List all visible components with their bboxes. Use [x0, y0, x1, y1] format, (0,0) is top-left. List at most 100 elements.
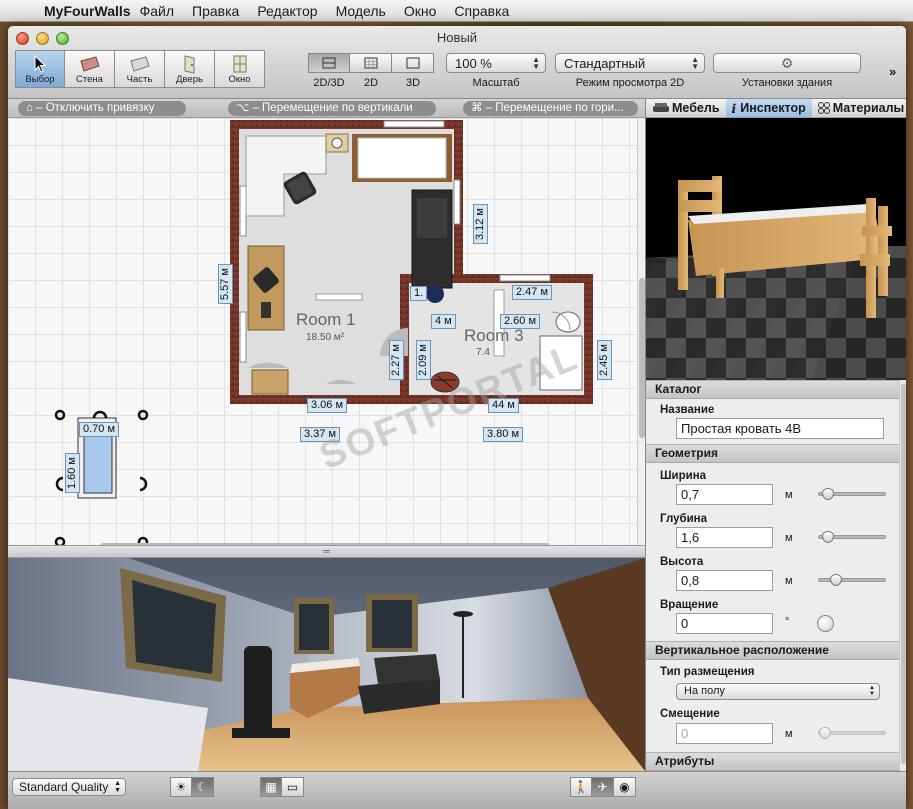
dimension-label[interactable]: 1.60 м: [65, 453, 80, 494]
dimension-label[interactable]: 1.: [410, 286, 428, 301]
right-panel: Мебель i Инспектор Материалы Каталог Наз…: [645, 99, 906, 771]
tool-door-button[interactable]: Дверь: [165, 50, 215, 88]
menu-help[interactable]: Справка: [445, 3, 518, 19]
tab-materials[interactable]: Материалы: [812, 99, 906, 117]
tab-inspector[interactable]: i Инспектор: [725, 99, 812, 117]
chevron-updown-icon: ▲ ▼: [869, 685, 875, 697]
horizontal-move-hint: ⌘ – Перемещение по гори...: [463, 101, 638, 116]
toolbar-overflow-button[interactable]: »: [889, 64, 896, 79]
outline-display-icon[interactable]: ▭: [282, 777, 304, 797]
split-view-icon: [322, 57, 336, 69]
toolbar: Новый Выбор Стена Часть Дверь Окно 2D/3D…: [8, 26, 906, 99]
width-slider[interactable]: [818, 488, 886, 500]
camera-mode-segment: 🚶 ✈ ◉: [570, 777, 636, 797]
box-icon: [406, 57, 419, 69]
menu-edit[interactable]: Правка: [183, 3, 248, 19]
offset-field[interactable]: 0: [676, 723, 773, 744]
wall-window[interactable]: [453, 179, 461, 225]
view-3d-button[interactable]: [392, 53, 434, 73]
tool-part-button[interactable]: Часть: [115, 50, 165, 88]
placement-select[interactable]: На полу ▲ ▼: [676, 683, 880, 700]
offset-slider[interactable]: [818, 727, 886, 739]
panel-tabs: Мебель i Инспектор Материалы: [646, 99, 906, 118]
dimension-label[interactable]: 2.45 м: [597, 340, 612, 381]
menu-window[interactable]: Окно: [395, 3, 446, 19]
scroll-thumb[interactable]: [901, 384, 906, 764]
eye-icon[interactable]: ◉: [614, 777, 636, 797]
view-2d3d-label: 2D/3D: [313, 77, 345, 89]
slider-knob[interactable]: [819, 727, 831, 739]
placement-label: Тип размещения: [660, 666, 755, 678]
menu-bar: MyFourWalls Файл Правка Редактор Модель …: [0, 0, 913, 22]
attributes-section-header[interactable]: Атрибуты: [646, 752, 899, 771]
dimension-label[interactable]: 3.80 м: [483, 427, 524, 442]
dimension-label[interactable]: 3.12 м: [473, 204, 488, 245]
building-settings-button[interactable]: ⚙: [713, 53, 861, 73]
rotation-dial[interactable]: [817, 615, 834, 632]
dimension-label[interactable]: 2.27 м: [389, 340, 404, 381]
dimension-label[interactable]: 3.37 м: [300, 427, 341, 442]
catalog-section-header[interactable]: Каталог: [646, 380, 899, 399]
floor-lamp[interactable]: [426, 285, 444, 303]
object-preview[interactable]: [646, 118, 906, 380]
cabinet[interactable]: [251, 369, 289, 395]
zoom-select[interactable]: 100 % ▲ ▼: [446, 53, 546, 73]
tool-select-button[interactable]: Выбор: [15, 50, 65, 88]
height-field[interactable]: 0,8: [676, 570, 773, 591]
moon-icon[interactable]: ☾: [192, 777, 214, 797]
geometry-section-header[interactable]: Геометрия: [646, 444, 899, 463]
selected-item[interactable]: [315, 293, 363, 301]
wall[interactable]: [230, 120, 239, 402]
dimension-label[interactable]: 5.57 м: [218, 264, 233, 305]
wall[interactable]: [584, 274, 593, 404]
width-field[interactable]: 0,7: [676, 484, 773, 505]
menu-model[interactable]: Модель: [327, 3, 395, 19]
fly-icon[interactable]: ✈: [592, 777, 614, 797]
view-2d-button[interactable]: [350, 53, 392, 73]
dimension-label[interactable]: 2.09 м: [416, 340, 431, 381]
app-name-menu[interactable]: MyFourWalls: [34, 3, 131, 19]
view-mode-2d-select[interactable]: Стандартный ▲ ▼: [555, 53, 705, 73]
vertical-section-header[interactable]: Вертикальное расположение: [646, 641, 899, 660]
slider-knob[interactable]: [821, 531, 834, 543]
monitor[interactable]: [261, 302, 271, 318]
floor-plan-canvas[interactable]: 3.12 м 5.57 м 2.47 м 2.60 м 1. 4 м 2.27 …: [8, 118, 637, 545]
view-2d3d-button[interactable]: [308, 53, 350, 73]
slider-knob[interactable]: [821, 488, 834, 500]
menu-file[interactable]: Файл: [131, 3, 183, 19]
walk-icon[interactable]: 🚶: [570, 777, 592, 797]
quality-select[interactable]: Standard Quality ▲ ▼: [12, 778, 126, 796]
wall-display-icon[interactable]: ▦: [260, 777, 282, 797]
name-field[interactable]: Простая кровать 4В: [676, 418, 884, 439]
wall-window[interactable]: [239, 185, 247, 237]
dimension-label[interactable]: 4 м: [431, 314, 456, 329]
dimension-label[interactable]: 0.70 м: [79, 422, 120, 437]
lamp[interactable]: [331, 137, 343, 149]
height-slider[interactable]: [818, 574, 886, 586]
tool-window-button[interactable]: Окно: [215, 50, 265, 88]
dimension-label[interactable]: 2.47 м: [512, 285, 553, 300]
depth-field[interactable]: 1,6: [676, 527, 773, 548]
rotation-field[interactable]: 0: [676, 613, 773, 634]
sun-icon[interactable]: ☀: [170, 777, 192, 797]
wall-window[interactable]: [239, 311, 247, 363]
dimension-label[interactable]: 3.06 м: [307, 398, 348, 413]
chevron-updown-icon: ▲ ▼: [532, 55, 540, 71]
3d-view-canvas[interactable]: [8, 558, 645, 771]
wall-window[interactable]: [383, 120, 445, 128]
zoom-label: Масштаб: [472, 77, 520, 89]
slider-knob[interactable]: [829, 574, 842, 586]
menu-editor[interactable]: Редактор: [248, 3, 326, 19]
depth-label: Глубина: [660, 513, 708, 525]
tool-wall-button[interactable]: Стена: [65, 50, 115, 88]
tool-wall-label: Стена: [76, 74, 103, 85]
tool-door-label: Дверь: [176, 74, 203, 85]
inspector-scrollbar[interactable]: [899, 380, 906, 771]
split-divider[interactable]: ═: [8, 545, 645, 558]
tab-furniture[interactable]: Мебель: [646, 99, 726, 117]
wall-window[interactable]: [499, 274, 551, 282]
depth-slider[interactable]: [818, 531, 886, 543]
hint-bar: ⌂ – Отключить привязку ⌥ – Перемещение п…: [8, 99, 645, 118]
dimension-label[interactable]: 44 м: [488, 398, 519, 413]
bathtub[interactable]: [539, 335, 583, 391]
